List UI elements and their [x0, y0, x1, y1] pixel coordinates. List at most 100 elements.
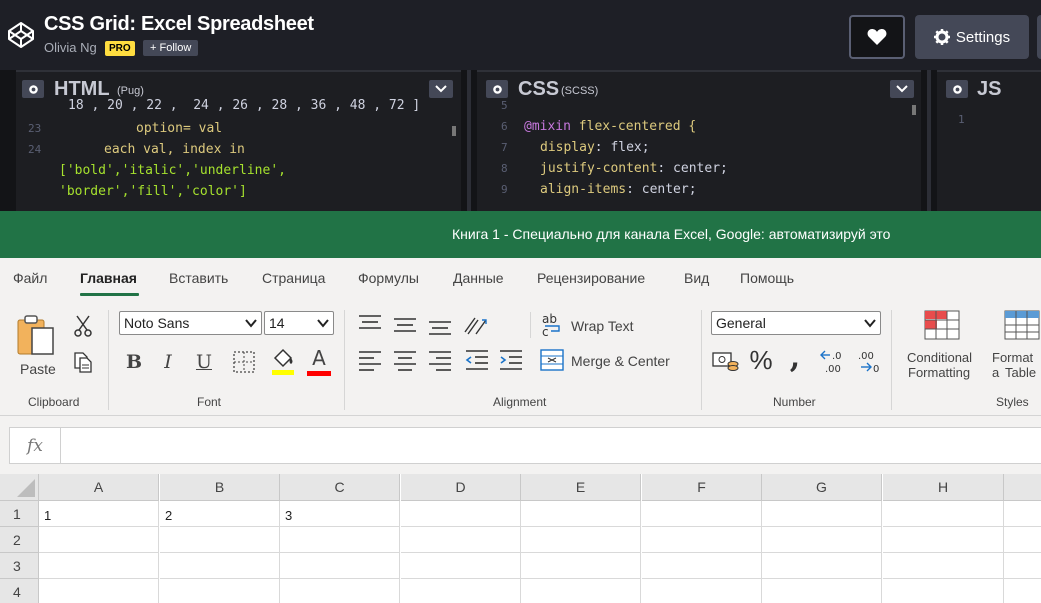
cell-e3[interactable]: [521, 553, 641, 579]
currency-button[interactable]: [712, 349, 740, 373]
tab-formulas[interactable]: Формулы: [358, 270, 419, 286]
cell-e2[interactable]: [521, 527, 641, 553]
tab-page[interactable]: Страница: [262, 270, 325, 286]
font-family-select[interactable]: Noto Sans: [119, 311, 262, 335]
font-size-select[interactable]: 14: [264, 311, 334, 335]
fill-color-button[interactable]: [268, 345, 298, 377]
column-header-a[interactable]: A: [39, 474, 159, 501]
cell-h1[interactable]: [883, 501, 1004, 527]
scrollbar-thumb[interactable]: [452, 126, 456, 136]
cut-button[interactable]: [70, 314, 96, 338]
tab-home[interactable]: Главная: [80, 270, 137, 286]
column-header-partial[interactable]: [1004, 474, 1041, 501]
tab-help[interactable]: Помощь: [740, 270, 794, 286]
cell-e1[interactable]: [521, 501, 641, 527]
italic-button[interactable]: I: [155, 349, 181, 375]
column-header-h[interactable]: H: [883, 474, 1004, 501]
cell-b4[interactable]: [160, 579, 280, 603]
css-collapse-button[interactable]: [890, 80, 914, 98]
tab-insert[interactable]: Вставить: [169, 270, 228, 286]
cell-c3[interactable]: [280, 553, 400, 579]
html-editor[interactable]: HTML (Pug) 18 , 20 , 22 , 24 , 26 , 28 ,…: [16, 70, 461, 211]
merge-center-icon[interactable]: [539, 348, 565, 372]
cell-c1[interactable]: 3: [280, 501, 400, 527]
spreadsheet-grid[interactable]: ABCDEFGH1123234: [0, 474, 1041, 603]
tab-data[interactable]: Данные: [453, 270, 504, 286]
html-code[interactable]: 18 , 20 , 22 , 24 , 26 , 28 , 36 , 48 , …: [16, 98, 461, 211]
increase-decimal-button[interactable]: .0.00: [819, 348, 847, 374]
align-bottom-icon[interactable]: [428, 313, 452, 337]
cell-d1[interactable]: [401, 501, 521, 527]
js-code[interactable]: 1: [937, 105, 1041, 211]
cell-partial[interactable]: [1004, 553, 1041, 579]
increase-indent-icon[interactable]: [499, 349, 523, 371]
more-button[interactable]: [1037, 15, 1041, 59]
align-middle-icon[interactable]: [393, 313, 417, 335]
row-header-2[interactable]: 2: [0, 527, 39, 553]
pane-resizer[interactable]: [461, 70, 477, 211]
column-header-d[interactable]: D: [401, 474, 521, 501]
cell-b2[interactable]: [160, 527, 280, 553]
align-left-icon[interactable]: [358, 349, 382, 371]
cell-f2[interactable]: [642, 527, 762, 553]
cell-f4[interactable]: [642, 579, 762, 603]
fx-icon[interactable]: fx: [9, 427, 60, 464]
js-settings-button[interactable]: [946, 80, 968, 98]
cell-c2[interactable]: [280, 527, 400, 553]
formula-input[interactable]: [60, 427, 1041, 464]
html-settings-button[interactable]: [22, 80, 44, 98]
tab-file[interactable]: Файл: [13, 270, 47, 286]
cell-b1[interactable]: 2: [160, 501, 280, 527]
number-format-select[interactable]: General: [711, 311, 881, 335]
conditional-formatting-icon[interactable]: [924, 310, 960, 340]
scrollbar-thumb[interactable]: [912, 105, 916, 115]
html-collapse-button[interactable]: [429, 80, 453, 98]
cell-d4[interactable]: [401, 579, 521, 603]
column-header-e[interactable]: E: [521, 474, 641, 501]
column-header-f[interactable]: F: [642, 474, 762, 501]
cell-f3[interactable]: [642, 553, 762, 579]
follow-button[interactable]: + Follow: [143, 40, 199, 56]
decrease-indent-icon[interactable]: [465, 349, 489, 371]
align-center-icon[interactable]: [393, 349, 417, 371]
decrease-decimal-button[interactable]: .00 0: [855, 348, 883, 374]
cell-partial[interactable]: [1004, 579, 1041, 603]
cell-a2[interactable]: [39, 527, 159, 553]
conditional-formatting-label-2[interactable]: Formatting: [908, 365, 970, 380]
column-header-c[interactable]: C: [280, 474, 400, 501]
cell-g1[interactable]: [762, 501, 882, 527]
cell-g4[interactable]: [762, 579, 882, 603]
cell-e4[interactable]: [521, 579, 641, 603]
bold-button[interactable]: B: [121, 349, 147, 375]
cell-d3[interactable]: [401, 553, 521, 579]
cell-g2[interactable]: [762, 527, 882, 553]
merge-center-button[interactable]: Merge & Center: [571, 353, 670, 369]
cell-partial[interactable]: [1004, 501, 1041, 527]
cell-g3[interactable]: [762, 553, 882, 579]
cell-a3[interactable]: [39, 553, 159, 579]
format-as-table-label-2[interactable]: Table: [1005, 365, 1036, 380]
codepen-logo-icon[interactable]: [6, 20, 36, 50]
wrap-text-button[interactable]: Wrap Text: [571, 318, 634, 334]
pen-author[interactable]: Olivia Ng: [44, 40, 97, 55]
cell-c4[interactable]: [280, 579, 400, 603]
row-header-4[interactable]: 4: [0, 579, 39, 603]
percent-button[interactable]: %: [747, 345, 775, 375]
column-header-b[interactable]: B: [160, 474, 280, 501]
comma-button[interactable]: ,: [784, 340, 806, 375]
cell-f1[interactable]: [642, 501, 762, 527]
column-header-g[interactable]: G: [762, 474, 882, 501]
js-editor[interactable]: JS 1: [937, 70, 1041, 211]
align-top-icon[interactable]: [358, 313, 382, 335]
cell-partial[interactable]: [1004, 527, 1041, 553]
css-code[interactable]: 5 6 @mixin flex-centered { 7 display: fl…: [477, 99, 921, 211]
cell-h3[interactable]: [883, 553, 1004, 579]
align-right-icon[interactable]: [428, 349, 452, 371]
select-all-button[interactable]: [0, 474, 39, 501]
cell-h2[interactable]: [883, 527, 1004, 553]
copy-button[interactable]: [70, 348, 96, 374]
cell-a4[interactable]: [39, 579, 159, 603]
css-editor[interactable]: CSS (SCSS) 5 6 @mixin flex-centered { 7 …: [477, 70, 921, 211]
underline-button[interactable]: U: [191, 349, 217, 375]
row-header-3[interactable]: 3: [0, 553, 39, 579]
